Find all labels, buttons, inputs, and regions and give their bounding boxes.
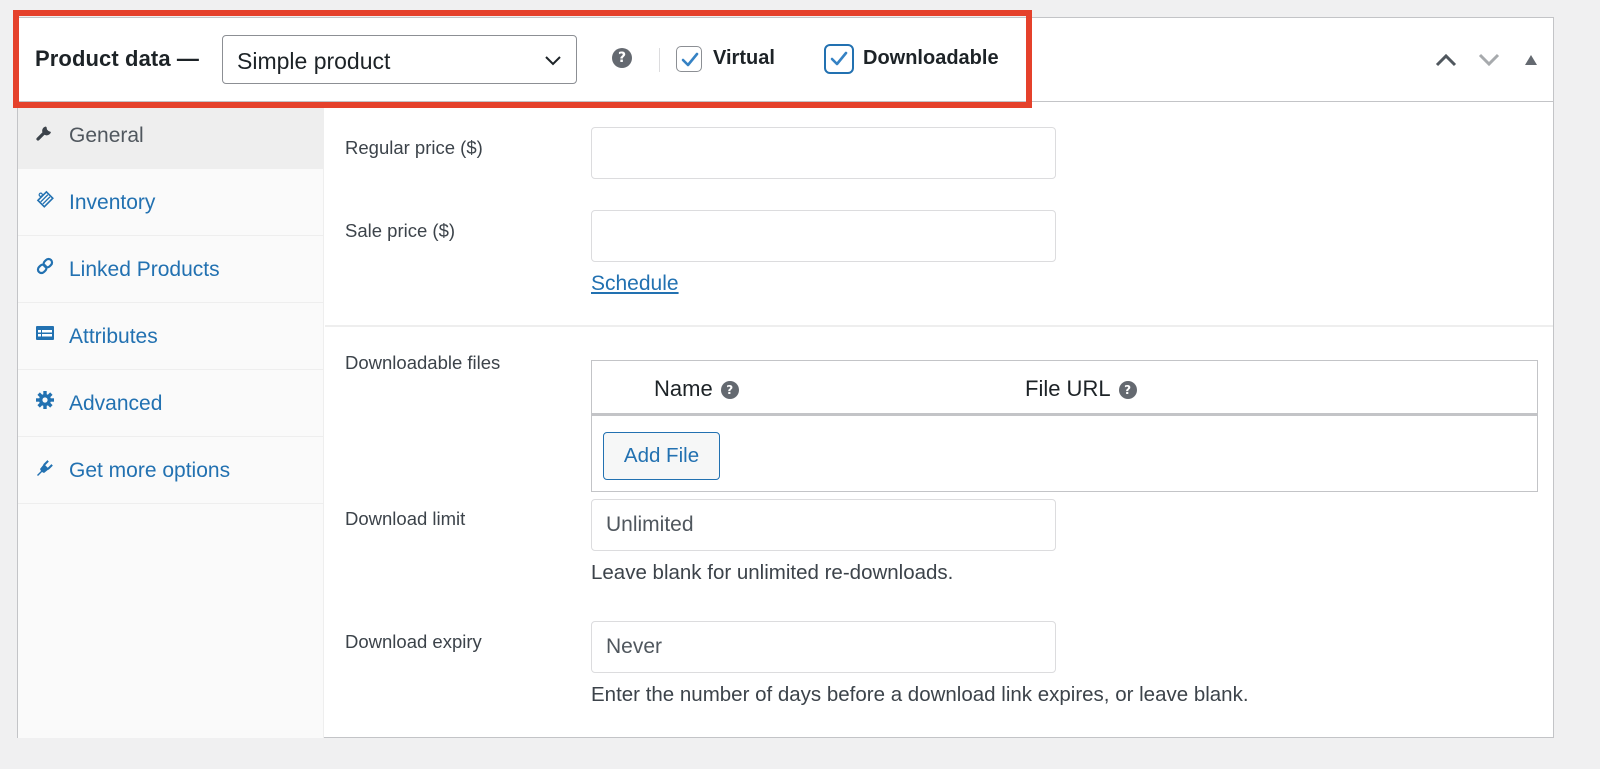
tab-label: General bbox=[69, 124, 144, 147]
sale-price-input[interactable] bbox=[591, 210, 1056, 262]
virtual-label[interactable]: Virtual bbox=[713, 47, 775, 70]
tab-label: Inventory bbox=[69, 191, 156, 214]
question-circle-icon[interactable]: ? bbox=[720, 381, 739, 399]
tab-attributes[interactable]: Attributes bbox=[18, 303, 323, 370]
tab-label: Attributes bbox=[69, 325, 158, 348]
tab-label: Advanced bbox=[69, 392, 163, 415]
virtual-checkbox[interactable] bbox=[676, 46, 702, 72]
downloadable-files-header: Name? File URL? bbox=[592, 361, 1537, 416]
product-data-panel: Product data — Simple product ? Virtual … bbox=[17, 17, 1554, 738]
tab-label: Get more options bbox=[69, 459, 231, 482]
tab-inventory[interactable]: Inventory bbox=[18, 169, 323, 236]
column-header-name: Name? bbox=[654, 376, 739, 402]
wrench-icon bbox=[36, 126, 51, 141]
downloadable-files-table: Name? File URL? Add File bbox=[591, 360, 1538, 492]
column-header-file-url: File URL? bbox=[1025, 376, 1137, 402]
panel-title: Product data — bbox=[35, 46, 199, 71]
download-expiry-hint: Enter the number of days before a downlo… bbox=[591, 683, 1249, 706]
column-name-label: Name bbox=[654, 376, 713, 401]
sale-price-label: Sale price ($) bbox=[345, 220, 456, 241]
section-divider bbox=[325, 325, 1553, 327]
question-circle-icon[interactable]: ? bbox=[612, 48, 632, 68]
tab-advanced[interactable]: Advanced bbox=[18, 370, 323, 437]
download-limit-input[interactable]: Unlimited bbox=[591, 499, 1056, 551]
regular-price-label: Regular price ($) bbox=[345, 137, 483, 158]
checkmark-icon bbox=[681, 52, 699, 67]
download-limit-label: Download limit bbox=[345, 508, 466, 529]
panel-header: Product data — Simple product ? Virtual … bbox=[18, 18, 1553, 102]
downloadable-label[interactable]: Downloadable bbox=[863, 47, 999, 70]
add-file-button[interactable]: Add File bbox=[603, 432, 720, 480]
list-card-icon bbox=[36, 326, 54, 340]
gear-icon bbox=[36, 391, 54, 409]
download-limit-placeholder: Unlimited bbox=[606, 513, 694, 536]
tag-icon bbox=[36, 190, 54, 208]
question-circle-icon[interactable]: ? bbox=[1118, 381, 1137, 399]
product-type-value: Simple product bbox=[237, 48, 391, 74]
tab-label: Linked Products bbox=[69, 258, 220, 281]
general-panel: Regular price ($) Sale price ($) Schedul… bbox=[325, 102, 1553, 738]
download-expiry-placeholder: Never bbox=[606, 635, 663, 658]
downloadable-checkbox[interactable] bbox=[824, 44, 854, 74]
tab-get-more-options[interactable]: Get more options bbox=[18, 437, 323, 504]
download-limit-hint: Leave blank for unlimited re-downloads. bbox=[591, 561, 954, 584]
download-expiry-input[interactable]: Never bbox=[591, 621, 1056, 673]
chevron-down-icon[interactable] bbox=[1477, 52, 1501, 68]
product-data-tabs: General Inventory Linked Products Attrib… bbox=[18, 102, 324, 738]
plug-icon bbox=[37, 460, 53, 476]
downloadable-files-label: Downloadable files bbox=[345, 352, 501, 373]
link-icon bbox=[36, 257, 54, 275]
header-separator bbox=[659, 48, 660, 72]
schedule-link[interactable]: Schedule bbox=[591, 272, 679, 296]
download-expiry-label: Download expiry bbox=[345, 631, 482, 652]
chevron-up-icon[interactable] bbox=[1434, 52, 1458, 68]
triangle-up-icon[interactable] bbox=[1524, 54, 1538, 66]
column-file-url-label: File URL bbox=[1025, 376, 1111, 401]
tab-general[interactable]: General bbox=[18, 102, 323, 169]
chevron-down-icon bbox=[545, 56, 561, 66]
tab-linked-products[interactable]: Linked Products bbox=[18, 236, 323, 303]
checkmark-icon bbox=[830, 51, 848, 66]
product-type-select[interactable]: Simple product bbox=[222, 35, 577, 84]
regular-price-input[interactable] bbox=[591, 127, 1056, 179]
